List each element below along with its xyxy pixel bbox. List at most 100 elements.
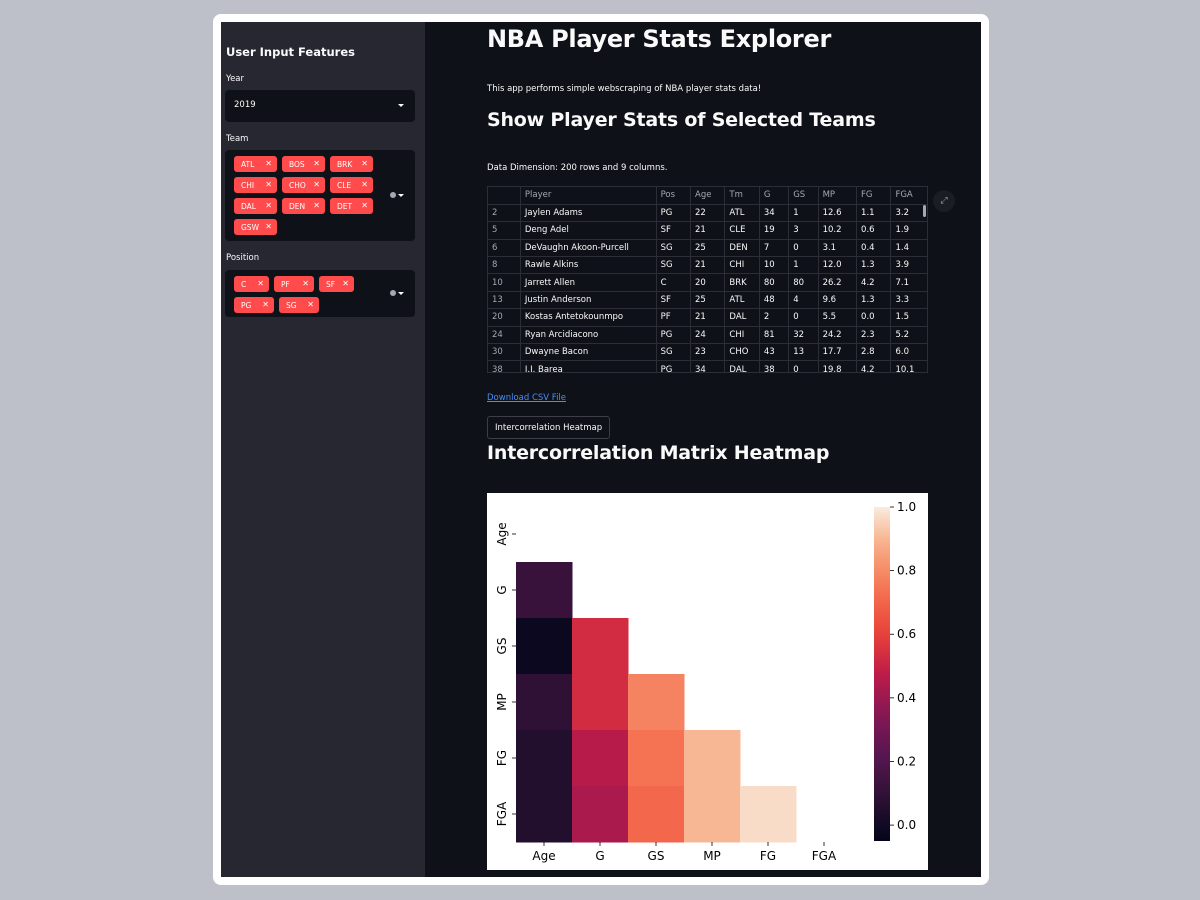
table-row[interactable]: 24 Ryan Arcidiacono PG 24 CHI 81 32 24.2 2.3 5.2: [488, 326, 927, 345]
table-cell: Ryan Arcidiacono: [520, 326, 657, 345]
selected-tag[interactable]: ATL ✕: [234, 156, 277, 172]
table-scrollbar[interactable]: [923, 205, 926, 217]
table-cell: 4: [788, 291, 819, 310]
position-label: Position: [226, 253, 260, 263]
sidebar: User Input Features Year 2019 Team ATL ✕ B…: [221, 22, 425, 877]
remove-tag-icon[interactable]: ✕: [265, 181, 272, 189]
column-header[interactable]: MP: [818, 187, 858, 205]
chevron-down-icon[interactable]: [398, 194, 404, 197]
remove-tag-icon[interactable]: ✕: [302, 280, 309, 288]
tag-label: PF: [281, 279, 290, 289]
heatmap-cell: [628, 786, 685, 843]
column-header[interactable]: G: [759, 187, 790, 205]
table-cell: DAL: [724, 308, 760, 327]
table-cell: 1.3: [856, 291, 892, 310]
selected-tag[interactable]: SF ✕: [319, 276, 354, 292]
table-body: 2 Jaylen Adams PG 22 ATL 34 1 12.6 1.1 3.2 5 Deng A…: [488, 204, 927, 372]
selected-tag[interactable]: GSW ✕: [234, 219, 277, 235]
team-multiselect[interactable]: ATL ✕ BOS ✕ BRK ✕ CHI ✕ CHO ✕ CLE ✕ DAL ✕ DEN ✕ DET ✕ GSW ✕: [225, 150, 415, 241]
table-cell: 1: [788, 256, 819, 275]
table-row[interactable]: 10 Jarrett Allen C 20 BRK 80 80 26.2 4.2 7.1: [488, 273, 927, 292]
table-cell: 0: [788, 308, 819, 327]
column-header[interactable]: Player: [520, 187, 657, 205]
selected-tag[interactable]: DET ✕: [330, 198, 373, 214]
intercorrelation-heatmap-button[interactable]: Intercorrelation Heatmap: [487, 416, 611, 439]
remove-tag-icon[interactable]: ✕: [265, 160, 272, 168]
table-cell: 2.3: [856, 326, 892, 345]
selected-tag[interactable]: DAL ✕: [234, 198, 277, 214]
column-header[interactable]: GS: [788, 187, 819, 205]
heatmap-cell: [572, 730, 629, 787]
table-cell: 80: [788, 273, 819, 292]
column-header[interactable]: FG: [856, 187, 892, 205]
remove-tag-icon[interactable]: ✕: [313, 181, 320, 189]
remove-tag-icon[interactable]: ✕: [265, 202, 272, 210]
selected-tag[interactable]: BRK ✕: [330, 156, 373, 172]
column-header[interactable]: FGA: [890, 187, 927, 205]
year-select[interactable]: 2019: [225, 90, 415, 122]
selected-tag[interactable]: CHO ✕: [282, 177, 325, 193]
table-row[interactable]: 8 Rawle Alkins SG 21 CHI 10 1 12.0 1.3 3.9: [488, 256, 927, 275]
clear-icon[interactable]: [390, 192, 396, 198]
remove-tag-icon[interactable]: ✕: [313, 202, 320, 210]
table-row[interactable]: 6 DeVaughn Akoon-Purcell SG 25 DEN 7 0 3.1 0.4 1.…: [488, 239, 927, 258]
remove-tag-icon[interactable]: ✕: [265, 223, 272, 231]
table-row[interactable]: 5 Deng Adel SF 21 CLE 19 3 10.2 0.6 1.9: [488, 221, 927, 240]
column-header[interactable]: [488, 187, 521, 205]
remove-tag-icon[interactable]: ✕: [361, 181, 368, 189]
table-cell: SG: [656, 343, 692, 362]
position-multiselect[interactable]: C ✕ PF ✕ SF ✕ PG ✕ SG ✕: [225, 270, 415, 317]
table-row[interactable]: 38 J.J. Barea PG 34 DAL 38 0 19.8 4.2 10.1: [488, 360, 927, 372]
table-cell: 22: [690, 204, 726, 223]
remove-tag-icon[interactable]: ✕: [361, 202, 368, 210]
selected-tag[interactable]: BOS ✕: [282, 156, 325, 172]
remove-tag-icon[interactable]: ✕: [307, 301, 314, 309]
column-header[interactable]: Pos: [656, 187, 692, 205]
table-cell: PG: [656, 326, 692, 345]
table-cell: 13: [788, 343, 819, 362]
table-cell: 24.2: [818, 326, 858, 345]
selected-tag[interactable]: C ✕: [234, 276, 269, 292]
chevron-down-icon[interactable]: [398, 292, 404, 295]
table-row[interactable]: 30 Dwayne Bacon SG 23 CHO 43 13 17.7 2.8 6.0: [488, 343, 927, 362]
table-row[interactable]: 20 Kostas Antetokounmpo PF 21 DAL 2 0 5.5 0.0 1.5: [488, 308, 927, 327]
section-title-heatmap: Intercorrelation Matrix Heatmap: [487, 442, 830, 464]
column-header[interactable]: Tm: [724, 187, 760, 205]
tag-label: BOS: [289, 159, 305, 169]
fullscreen-button[interactable]: ⤢: [933, 190, 955, 212]
remove-tag-icon[interactable]: ✕: [313, 160, 320, 168]
table-cell: 20: [690, 273, 726, 292]
table-cell: 21: [690, 308, 726, 327]
x-tick-label: FG: [760, 849, 776, 863]
table-cell: 0.4: [856, 239, 892, 258]
table-cell: 0: [788, 360, 819, 372]
tag-label: CLE: [337, 180, 352, 190]
row-index-cell: 30: [488, 343, 521, 362]
remove-tag-icon[interactable]: ✕: [262, 301, 269, 309]
table-cell: Dwayne Bacon: [520, 343, 657, 362]
table-row[interactable]: 2 Jaylen Adams PG 22 ATL 34 1 12.6 1.1 3.2: [488, 204, 927, 223]
table-cell: PG: [656, 360, 692, 372]
table-cell: PG: [656, 204, 692, 223]
selected-tag[interactable]: SG ✕: [279, 297, 319, 313]
selected-tag[interactable]: CHI ✕: [234, 177, 277, 193]
selected-tag[interactable]: PG ✕: [234, 297, 274, 313]
colorbar: [874, 507, 890, 841]
heatmap-cell: [740, 786, 797, 843]
selected-tag[interactable]: CLE ✕: [330, 177, 373, 193]
table-row[interactable]: 13 Justin Anderson SF 25 ATL 48 4 9.6 1.3 3.3: [488, 291, 927, 310]
download-csv-link[interactable]: Download CSV File: [487, 393, 566, 403]
y-tick-label: GS: [495, 638, 509, 655]
clear-icon[interactable]: [390, 290, 396, 296]
remove-tag-icon[interactable]: ✕: [342, 280, 349, 288]
stats-table-container[interactable]: Player Pos Age Tm G GS MP FG FGA 2 Jaylen Adams PG…: [487, 186, 928, 373]
remove-tag-icon[interactable]: ✕: [257, 280, 264, 288]
table-cell: Kostas Antetokounmpo: [520, 308, 657, 327]
selected-tag[interactable]: DEN ✕: [282, 198, 325, 214]
table-cell: DeVaughn Akoon-Purcell: [520, 239, 657, 258]
remove-tag-icon[interactable]: ✕: [361, 160, 368, 168]
tag-label: PG: [241, 300, 252, 310]
column-header[interactable]: Age: [690, 187, 726, 205]
table-cell: 10.1: [890, 360, 927, 372]
selected-tag[interactable]: PF ✕: [274, 276, 314, 292]
